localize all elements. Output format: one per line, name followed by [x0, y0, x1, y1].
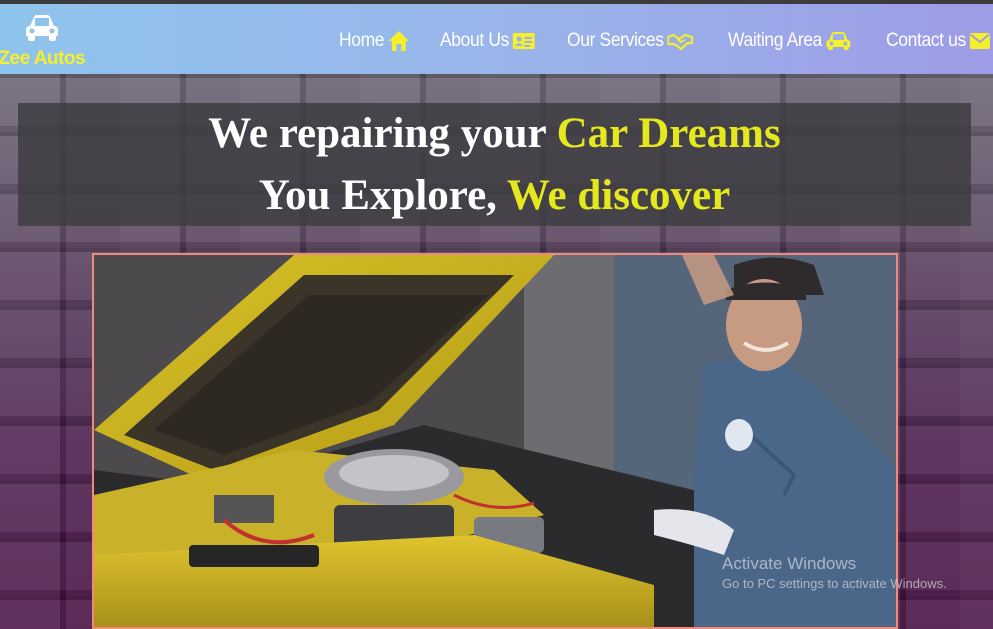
watermark-title: Activate Windows	[722, 554, 857, 573]
brand-logo[interactable]: mZee Autos	[0, 10, 92, 70]
headline-line-1: We repairing your Car Dreams	[18, 103, 971, 165]
nav-contact-us[interactable]: Contact us	[886, 30, 991, 52]
navbar: mZee Autos Home About Us Our Services	[0, 4, 993, 74]
nav-waiting-area-label: Waiting Area	[728, 30, 823, 51]
car-icon	[26, 15, 58, 41]
headline-line-1-highlight: Car Dreams	[556, 110, 781, 157]
headline-line-2-text: You Explore,	[258, 172, 507, 219]
nav-contact-us-label: Contact us	[886, 30, 967, 51]
nav-home[interactable]: Home	[339, 30, 410, 52]
envelope-icon	[969, 33, 991, 49]
windows-activation-watermark: Activate Windows Go to PC settings to ac…	[722, 553, 947, 593]
nav-waiting-area[interactable]: Waiting Area	[728, 30, 851, 52]
car-icon	[826, 32, 851, 50]
id-card-icon	[512, 33, 535, 49]
nav-our-services-label: Our Services	[567, 30, 664, 51]
nav-home-label: Home	[339, 30, 385, 51]
headline-line-1-text: We repairing your	[208, 110, 557, 157]
headline-line-2: You Explore, We discover	[18, 165, 971, 227]
nav-our-services[interactable]: Our Services	[567, 30, 694, 52]
home-icon	[388, 31, 410, 51]
headline-banner: We repairing your Car Dreams You Explore…	[18, 103, 971, 226]
nav-about-us-label: About Us	[440, 30, 510, 51]
watermark-subtitle: Go to PC settings to activate Windows.	[722, 576, 947, 591]
nav-about-us[interactable]: About Us	[440, 30, 535, 52]
main-nav: Home About Us Our Services Waiting Area …	[339, 26, 993, 56]
handshake-icon	[667, 33, 694, 50]
headline-line-2-highlight: We discover	[506, 172, 731, 219]
brand-name: mZee Autos	[0, 48, 86, 69]
top-border	[0, 0, 993, 4]
